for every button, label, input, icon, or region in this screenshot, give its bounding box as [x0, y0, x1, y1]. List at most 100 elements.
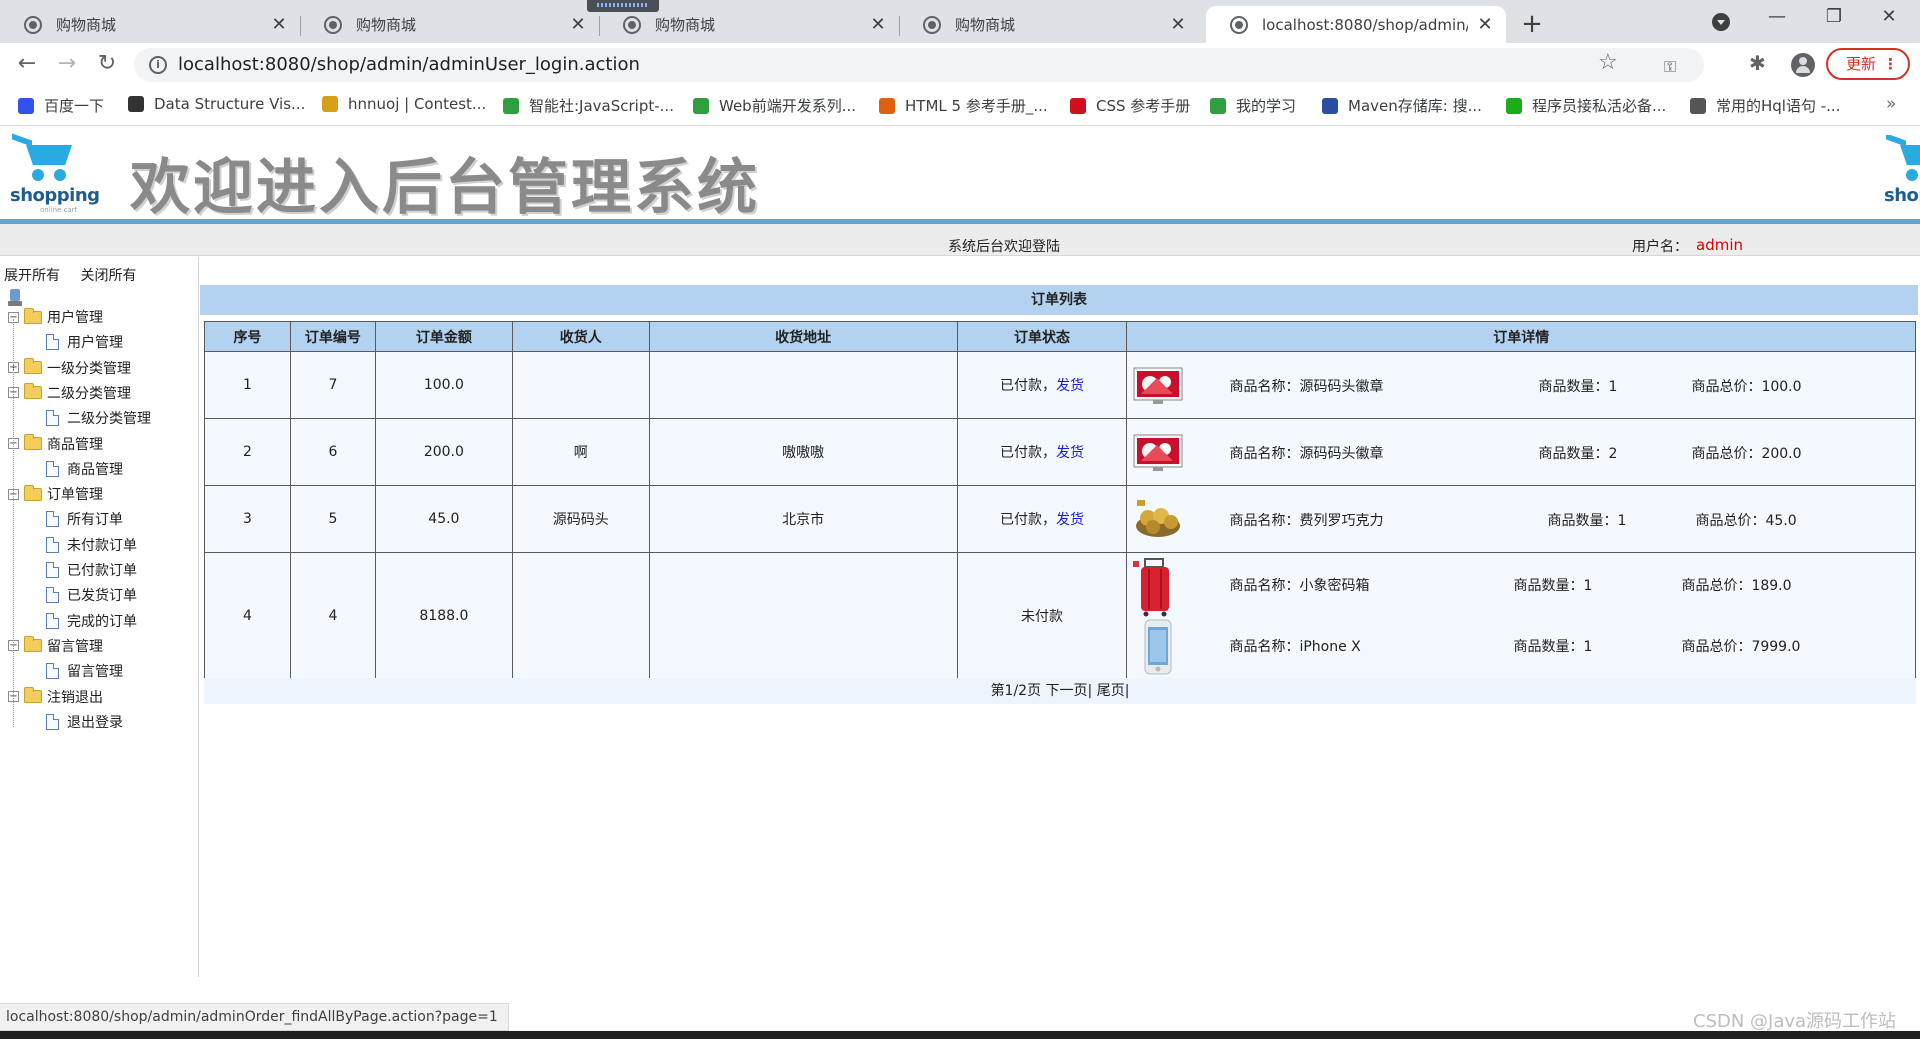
product-name: 商品名称：源码码头徽章 [1229, 443, 1383, 463]
update-button[interactable]: 更新 ⋮ [1826, 48, 1910, 80]
globe-icon [623, 15, 641, 34]
chevron-double-right-icon[interactable]: » [1886, 94, 1896, 114]
tree-item-label[interactable]: 完成的订单 [67, 611, 137, 631]
bookmark-label: CSS 参考手册 [1096, 97, 1191, 115]
close-icon[interactable]: ✕ [869, 14, 887, 35]
browser-tab[interactable]: 购物商城 ✕ [599, 6, 899, 43]
bookmark-item[interactable]: Maven存储库: 搜... [1322, 95, 1482, 116]
column-header: 订单金额 [374, 321, 513, 352]
next-page-link[interactable]: 下一页| [1046, 683, 1093, 699]
tree-item[interactable]: 退出登录 [46, 712, 123, 732]
close-icon[interactable]: ✕ [1476, 14, 1494, 35]
order-details: 商品名称：费列罗巧克力 商品数量：1 商品总价：45.0 [1127, 486, 1915, 552]
tree-item[interactable]: 留言管理 [46, 661, 123, 681]
forward-arrow-icon[interactable]: → [52, 49, 82, 79]
info-icon[interactable]: i [149, 56, 167, 74]
order-table: 序号 订单编号 订单金额 收货人 收货地址 订单状态 订单详情 1 7 100.0 已付款，发货商… [204, 321, 1916, 680]
page-icon [46, 334, 59, 351]
tree-item-label[interactable]: 已发货订单 [67, 585, 137, 605]
tree-item[interactable]: 用户管理 [46, 332, 123, 352]
product-qty: 商品数量：1 [1547, 510, 1626, 530]
bookmark-item[interactable]: 我的学习 [1210, 95, 1296, 116]
bookmark-item[interactable]: Web前端开发系列... [693, 95, 856, 116]
cell-id: 6 [289, 418, 376, 486]
bookmark-item[interactable]: 常用的Hql语句 -... [1690, 95, 1840, 116]
tree-folder[interactable]: − 注销退出 [8, 687, 103, 707]
close-icon[interactable]: ✕ [569, 14, 587, 35]
key-icon[interactable]: ⚿ [1664, 57, 1676, 77]
tree-item-label[interactable]: 未付款订单 [67, 535, 137, 555]
avatar[interactable] [1791, 53, 1815, 77]
tree-folder-label: 用户管理 [47, 310, 103, 326]
tree-item[interactable]: 未付款订单 [46, 535, 137, 555]
bookmark-star-icon[interactable]: ☆ [1598, 50, 1618, 75]
browser-tab[interactable]: 购物商城 ✕ [899, 6, 1199, 43]
tree-item[interactable]: 二级分类管理 [46, 408, 151, 428]
tree-item[interactable]: 完成的订单 [46, 611, 137, 631]
bookmark-item[interactable]: Data Structure Vis... [128, 95, 305, 113]
bookmark-item[interactable]: 程序员接私活必备... [1506, 95, 1666, 116]
tree-item-label[interactable]: 商品管理 [67, 459, 123, 479]
window-close-icon[interactable]: ✕ [1866, 6, 1912, 27]
welcome-text: 系统后台欢迎登陆 [948, 239, 1060, 255]
product-qty-label: 商品数量： [1513, 578, 1584, 594]
order-status: 已付款， [1000, 378, 1056, 394]
back-arrow-icon[interactable]: ← [12, 49, 42, 79]
tree-item[interactable]: 已付款订单 [46, 560, 137, 580]
ship-order-link[interactable]: 发货 [1056, 512, 1084, 528]
browser-tab[interactable]: 购物商城 ✕ [0, 6, 300, 43]
tree-controls: 展开所有 关闭所有 [4, 265, 152, 285]
close-icon[interactable]: ✕ [1169, 14, 1187, 35]
tab-search-icon[interactable] [1712, 13, 1730, 31]
bookmark-label: HTML 5 参考手册_... [905, 97, 1048, 115]
tree-folder[interactable]: − 订单管理 [8, 484, 103, 504]
bookmark-item[interactable]: 智能社:JavaScript-... [503, 95, 674, 116]
close-icon[interactable]: ✕ [270, 14, 288, 35]
tree-item-label[interactable]: 退出登录 [67, 712, 123, 732]
browser-tab[interactable]: 购物商城 ✕ [300, 6, 599, 43]
page-icon [46, 460, 59, 477]
tree-item-label[interactable]: 二级分类管理 [67, 408, 151, 428]
logo-text: shopping [10, 185, 100, 206]
cell-details: 商品名称：费列罗巧克力 商品数量：1 商品总价：45.0 [1126, 485, 1916, 553]
page-icon [46, 562, 59, 578]
cell-amount: 8188.0 [374, 552, 513, 680]
tree-item-label[interactable]: 用户管理 [67, 332, 123, 352]
restore-icon[interactable]: ❐ [1811, 6, 1857, 27]
tree-folder[interactable]: + 一级分类管理 [8, 358, 131, 378]
tree-item-label[interactable]: 已付款订单 [67, 560, 137, 580]
tree-item[interactable]: 已发货订单 [46, 585, 137, 605]
bookmark-item[interactable]: CSS 参考手册 [1070, 95, 1190, 116]
address-bar[interactable]: i localhost:8080/shop/admin/adminUser_lo… [134, 48, 1704, 82]
last-page-link[interactable]: 尾页| [1097, 683, 1130, 699]
watermark: CSDN @Java源码工作站 [1693, 1011, 1897, 1032]
ship-order-link[interactable]: 发货 [1056, 378, 1084, 394]
address-url[interactable]: localhost:8080/shop/admin/adminUser_logi… [178, 54, 640, 75]
reload-icon[interactable]: ↻ [92, 49, 122, 79]
column-header: 订单详情 [1126, 321, 1916, 352]
order-status: 已付款， [1000, 445, 1056, 461]
bookmark-label: 程序员接私活必备... [1532, 97, 1667, 115]
tree-folder[interactable]: − 留言管理 [8, 636, 103, 656]
expand-all-link[interactable]: 展开所有 [4, 268, 60, 284]
cart-icon [1886, 135, 1906, 147]
puzzle-icon[interactable]: ✱ [1749, 51, 1766, 75]
cell-address [648, 552, 958, 680]
site-icon [128, 96, 144, 112]
tree-folder[interactable]: − 二级分类管理 [8, 383, 131, 403]
tree-item[interactable]: 商品管理 [46, 459, 123, 479]
tree-item-label[interactable]: 所有订单 [67, 509, 123, 529]
bookmark-item[interactable]: hnnuoj | Contest... [322, 95, 486, 113]
new-tab-button[interactable]: + [1520, 9, 1544, 39]
collapse-all-link[interactable]: 关闭所有 [80, 268, 136, 284]
bookmark-item[interactable]: HTML 5 参考手册_... [879, 95, 1048, 116]
minimize-icon[interactable]: — [1754, 6, 1800, 27]
tree-item-label[interactable]: 留言管理 [67, 661, 123, 681]
tree-folder[interactable]: − 用户管理 [8, 307, 103, 327]
tree-item[interactable]: 所有订单 [46, 509, 123, 529]
browser-tab-active[interactable]: localhost:8080/shop/admin/ac ✕ [1206, 6, 1506, 43]
pin-icon [322, 96, 338, 112]
tree-folder[interactable]: − 商品管理 [8, 434, 103, 454]
ship-order-link[interactable]: 发货 [1056, 445, 1084, 461]
bookmark-item[interactable]: 百度一下 [18, 95, 104, 116]
